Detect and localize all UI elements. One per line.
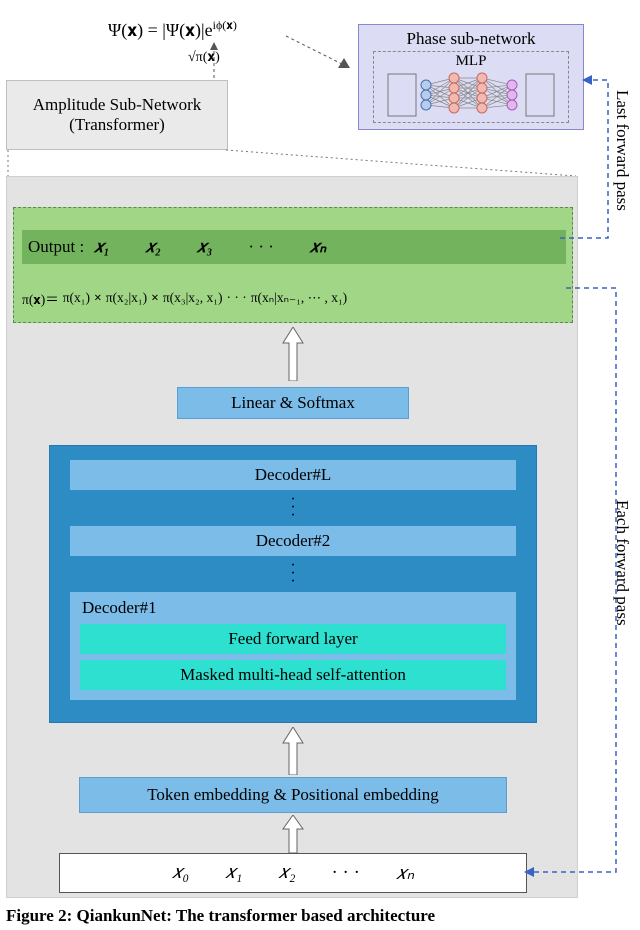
diagram-canvas: Ψ(𝐱) = |Ψ(𝐱)|eiϕ(𝐱) √π(𝐱) Amplitude Sub-… bbox=[0, 0, 640, 930]
side-label-last: Last forward pass bbox=[612, 90, 632, 211]
figure-caption: Figure 2: QiankunNet: The transformer ba… bbox=[6, 906, 435, 926]
side-label-each: Each forward pass bbox=[612, 500, 632, 626]
feedback-arrows bbox=[0, 0, 640, 915]
